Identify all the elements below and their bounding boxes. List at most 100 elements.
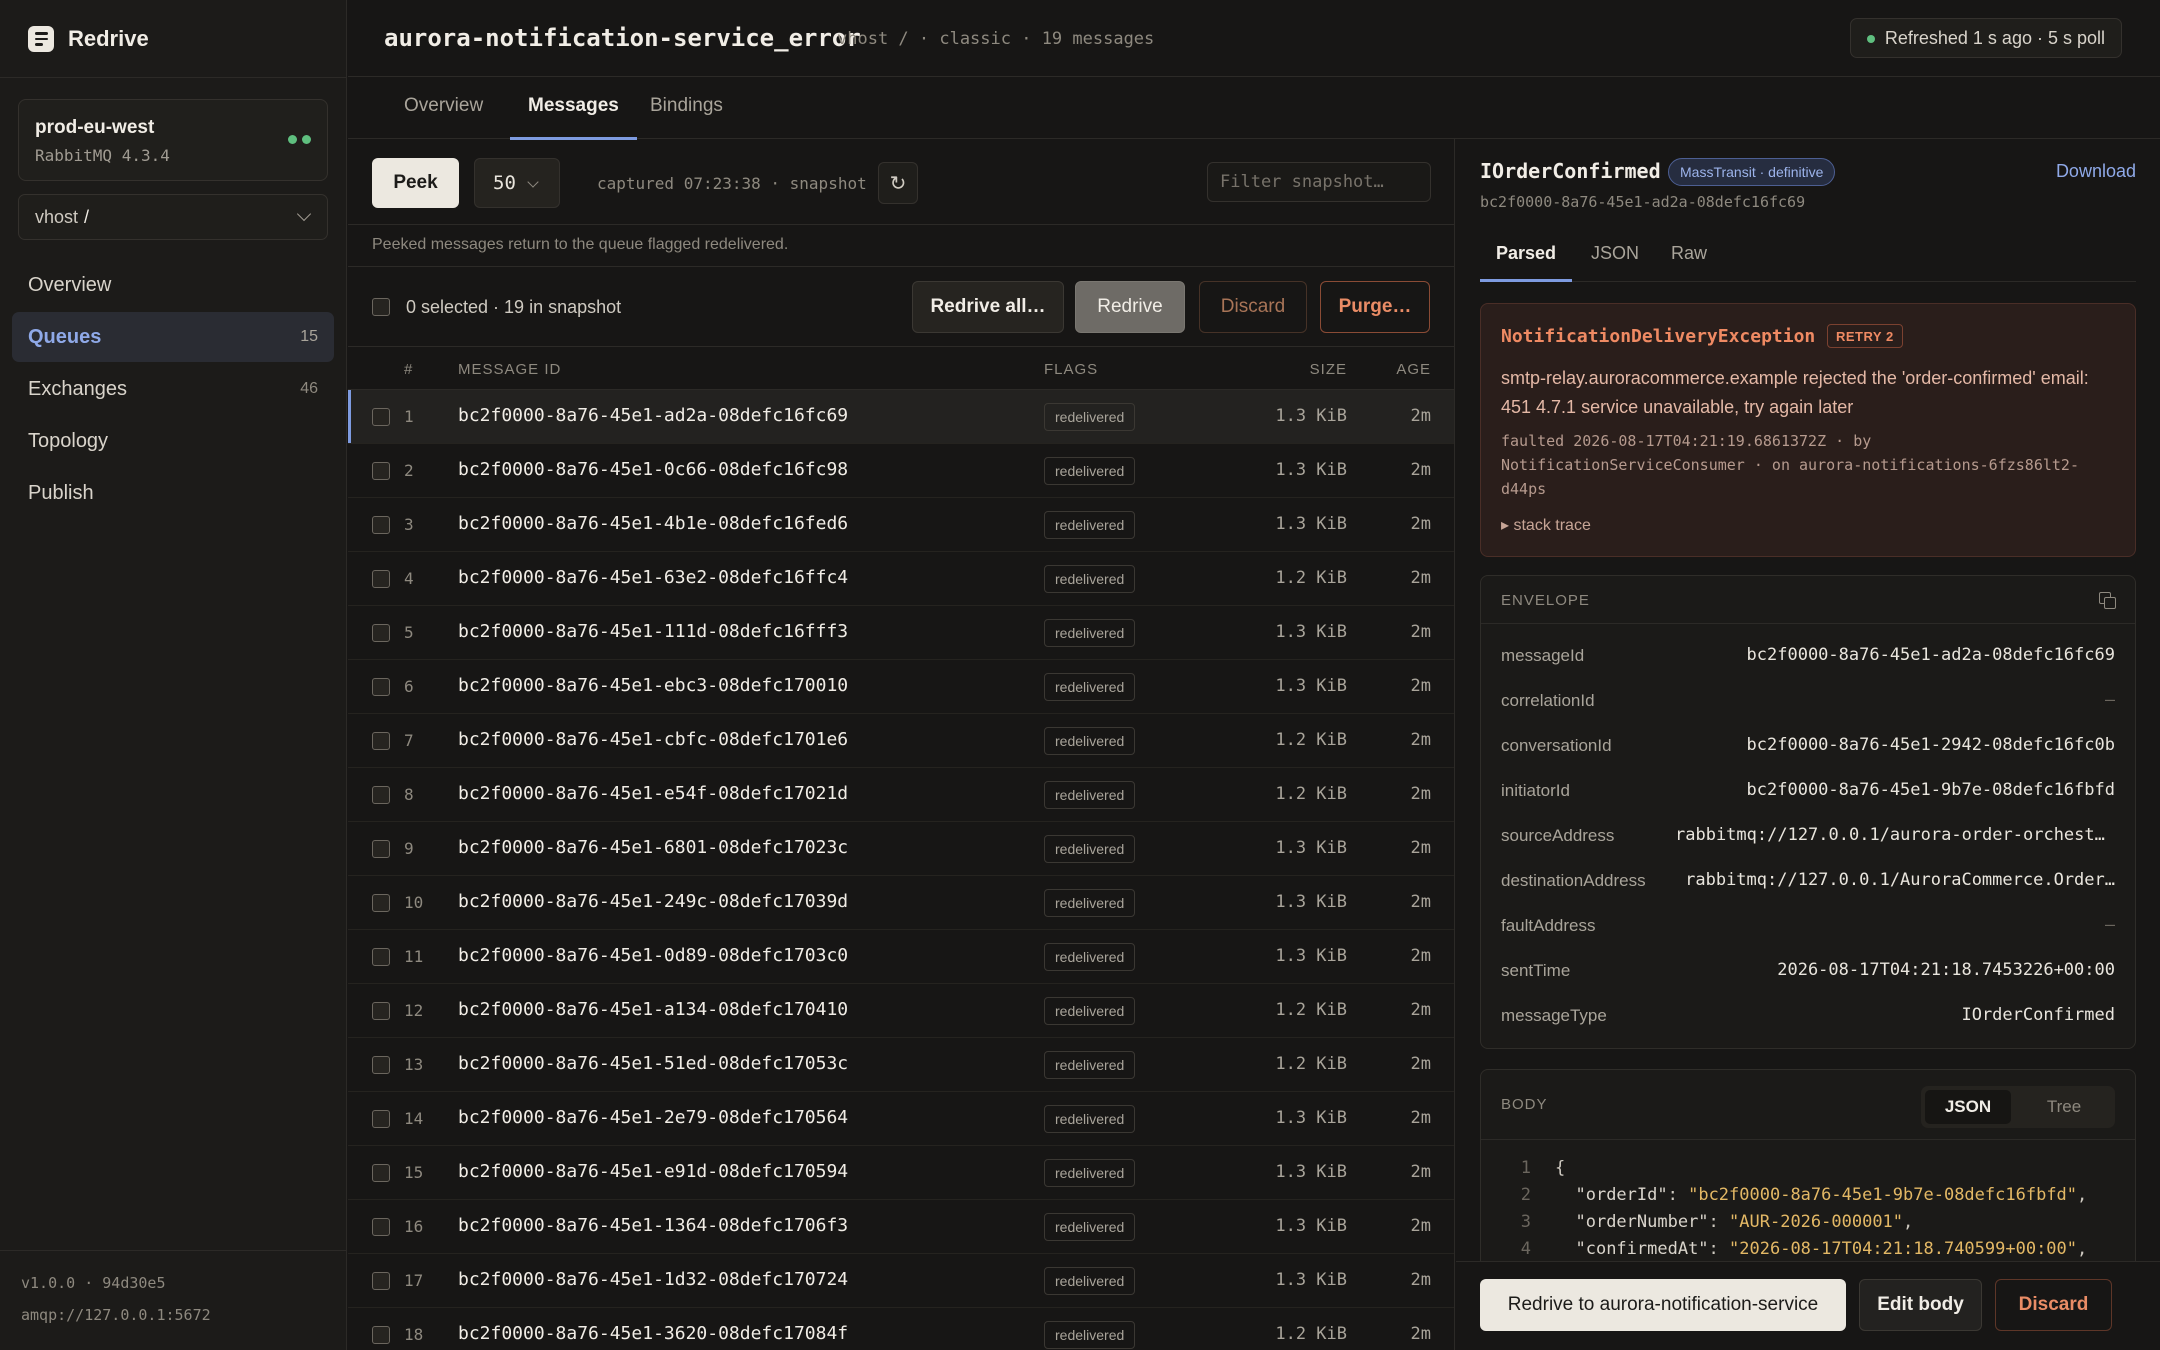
envelope-key: messageType	[1501, 1006, 1607, 1025]
row-age: 2m	[1410, 676, 1431, 696]
row-checkbox[interactable]	[372, 732, 390, 750]
row-message-id: bc2f0000-8a76-45e1-ad2a-08defc16fc69	[458, 405, 849, 426]
redrive-all-button[interactable]: Redrive all…	[912, 281, 1064, 333]
row-checkbox[interactable]	[372, 840, 390, 858]
table-row[interactable]: 17 bc2f0000-8a76-45e1-1d32-08defc170724 re…	[348, 1254, 1454, 1308]
row-checkbox[interactable]	[372, 408, 390, 426]
table-row[interactable]: 18 bc2f0000-8a76-45e1-3620-08defc17084f re…	[348, 1308, 1454, 1350]
col-header-flags: FLAGS	[1044, 361, 1099, 378]
tab-parsed[interactable]: Parsed	[1479, 243, 1573, 282]
download-link[interactable]: Download	[2056, 161, 2136, 182]
table-row[interactable]: 15 bc2f0000-8a76-45e1-e91d-08defc170594 re…	[348, 1146, 1454, 1200]
table-row[interactable]: 3 bc2f0000-8a76-45e1-4b1e-08defc16fed6 red…	[348, 498, 1454, 552]
stack-trace-toggle[interactable]: ▸ stack trace	[1501, 515, 1591, 535]
envelope-value: bc2f0000-8a76-45e1-ad2a-08defc16fc69	[1746, 645, 2115, 665]
tab-raw[interactable]: Raw	[1671, 243, 1707, 282]
table-row[interactable]: 9 bc2f0000-8a76-45e1-6801-08defc17023c red…	[348, 822, 1454, 876]
envelope-value: rabbitmq://127.0.0.1/aurora-order-orches…	[1675, 825, 2115, 845]
row-checkbox[interactable]	[372, 678, 390, 696]
row-age: 2m	[1410, 1324, 1431, 1344]
sidebar-item-count: 15	[300, 328, 318, 345]
sidebar-item-publish[interactable]: Publish	[12, 468, 334, 518]
peek-button[interactable]: Peek	[372, 158, 459, 208]
select-all-checkbox[interactable]	[372, 298, 390, 316]
body-mode-tree[interactable]: Tree	[2021, 1090, 2107, 1124]
sidebar-item-label: Publish	[28, 481, 94, 504]
table-row[interactable]: 10 bc2f0000-8a76-45e1-249c-08defc17039d re…	[348, 876, 1454, 930]
table-row[interactable]: 11 bc2f0000-8a76-45e1-0d89-08defc1703c0 re…	[348, 930, 1454, 984]
sidebar-item-overview[interactable]: Overview	[12, 260, 334, 310]
table-row[interactable]: 5 bc2f0000-8a76-45e1-111d-08defc16fff3 red…	[348, 606, 1454, 660]
row-checkbox[interactable]	[372, 1002, 390, 1020]
row-checkbox[interactable]	[372, 516, 390, 534]
brand[interactable]: Redrive	[28, 26, 149, 52]
row-message-id: bc2f0000-8a76-45e1-4b1e-08defc16fed6	[458, 513, 849, 534]
messages-panel: Peek 50 captured 07:23:38 · snapshot ↻ P…	[348, 139, 1455, 1350]
row-checkbox[interactable]	[372, 894, 390, 912]
sidebar: Redrive prod-eu-west RabbitMQ 4.3.4 vhos…	[0, 0, 347, 1350]
table-row[interactable]: 2 bc2f0000-8a76-45e1-0c66-08defc16fc98 red…	[348, 444, 1454, 498]
col-header-message-id[interactable]: MESSAGE ID	[458, 361, 561, 378]
envelope-fields: messageId bc2f0000-8a76-45e1-ad2a-08defc1…	[1481, 634, 2135, 1039]
row-size: 1.3 KiB	[1275, 946, 1347, 966]
tab-bindings[interactable]: Bindings	[650, 95, 723, 139]
table-row[interactable]: 7 bc2f0000-8a76-45e1-cbfc-08defc1701e6 red…	[348, 714, 1454, 768]
purge-button[interactable]: Purge…	[1320, 281, 1430, 333]
messages-toolbar: Peek 50 captured 07:23:38 · snapshot ↻	[348, 139, 1454, 225]
sidebar-item-exchanges[interactable]: Exchanges 46	[12, 364, 334, 414]
page-title: aurora-notification-service_error	[384, 24, 861, 52]
row-size: 1.3 KiB	[1275, 1108, 1347, 1128]
table-row[interactable]: 16 bc2f0000-8a76-45e1-1364-08defc1706f3 re…	[348, 1200, 1454, 1254]
edit-body-button[interactable]: Edit body	[1859, 1279, 1982, 1331]
row-checkbox[interactable]	[372, 1326, 390, 1344]
col-header-size[interactable]: SIZE	[1310, 361, 1347, 378]
col-header-age[interactable]: AGE	[1396, 361, 1431, 378]
filter-snapshot-input[interactable]	[1207, 162, 1431, 202]
row-checkbox[interactable]	[372, 1272, 390, 1290]
copy-icon[interactable]	[2099, 592, 2116, 609]
sidebar-nav: Overview Queues 15 Exchanges 46 Topology…	[12, 260, 334, 520]
sidebar-item-queues[interactable]: Queues 15	[12, 312, 334, 362]
refresh-snapshot-button[interactable]: ↻	[878, 162, 918, 204]
table-row[interactable]: 4 bc2f0000-8a76-45e1-63e2-08defc16ffc4 red…	[348, 552, 1454, 606]
row-checkbox[interactable]	[372, 948, 390, 966]
table-row[interactable]: 12 bc2f0000-8a76-45e1-a134-08defc170410 re…	[348, 984, 1454, 1038]
table-row[interactable]: 13 bc2f0000-8a76-45e1-51ed-08defc17053c re…	[348, 1038, 1454, 1092]
row-checkbox[interactable]	[372, 570, 390, 588]
redrive-button[interactable]: Redrive	[1075, 281, 1185, 333]
row-age: 2m	[1410, 1108, 1431, 1128]
tab-messages[interactable]: Messages	[510, 95, 637, 140]
tab-json[interactable]: JSON	[1591, 243, 1639, 282]
row-checkbox[interactable]	[372, 1218, 390, 1236]
page-header: aurora-notification-service_error vhost …	[348, 0, 2160, 77]
row-checkbox[interactable]	[372, 624, 390, 642]
redrive-to-queue-button[interactable]: Redrive to aurora-notification-service	[1480, 1279, 1846, 1331]
sidebar-item-label: Exchanges	[28, 377, 127, 400]
row-checkbox[interactable]	[372, 462, 390, 480]
code-line: 1{	[1481, 1158, 2135, 1185]
row-number: 8	[404, 785, 414, 804]
row-checkbox[interactable]	[372, 1164, 390, 1182]
discard-button[interactable]: Discard	[1199, 281, 1307, 333]
vhost-select[interactable]: vhost /	[18, 194, 328, 240]
sidebar-item-topology[interactable]: Topology	[12, 416, 334, 466]
table-row[interactable]: 1 bc2f0000-8a76-45e1-ad2a-08defc16fc69 red…	[348, 390, 1454, 444]
row-number: 11	[404, 947, 424, 966]
table-row[interactable]: 8 bc2f0000-8a76-45e1-e54f-08defc17021d red…	[348, 768, 1454, 822]
row-checkbox[interactable]	[372, 1056, 390, 1074]
row-checkbox[interactable]	[372, 1110, 390, 1128]
body-mode-json[interactable]: JSON	[1925, 1090, 2011, 1124]
row-age: 2m	[1410, 784, 1431, 804]
connection-card[interactable]: prod-eu-west RabbitMQ 4.3.4	[18, 99, 328, 181]
chevron-down-icon	[296, 206, 312, 222]
table-row[interactable]: 6 bc2f0000-8a76-45e1-ebc3-08defc170010 red…	[348, 660, 1454, 714]
code-text: "orderId": "bc2f0000-8a76-45e1-9b7e-08de…	[1575, 1185, 2088, 1205]
table-row[interactable]: 14 bc2f0000-8a76-45e1-2e79-08defc170564 re…	[348, 1092, 1454, 1146]
row-checkbox[interactable]	[372, 786, 390, 804]
redelivered-flag: redelivered	[1044, 1267, 1136, 1295]
brand-name: Redrive	[68, 26, 149, 51]
peek-count-select[interactable]: 50	[474, 158, 560, 208]
tab-overview[interactable]: Overview	[404, 95, 483, 139]
envelope-card: ENVELOPE messageId bc2f0000-8a76-45e1-ad2…	[1480, 575, 2136, 1049]
discard-message-button[interactable]: Discard	[1995, 1279, 2112, 1331]
